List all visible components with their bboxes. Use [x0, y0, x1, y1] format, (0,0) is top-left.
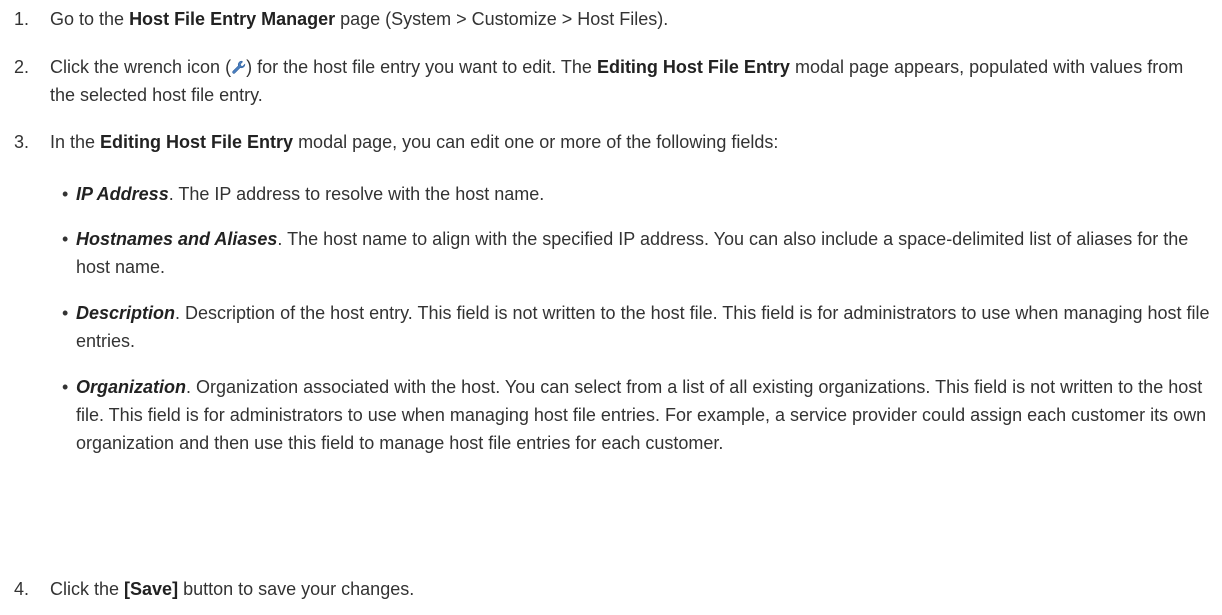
step-2: 2. Click the wrench icon () for the host… — [14, 53, 1204, 109]
step-number: 4. — [14, 579, 30, 599]
list-item: Hostnames and Aliases. The host name to … — [62, 225, 1212, 281]
step-text: Click the wrench icon () for the host fi… — [50, 55, 1184, 105]
field-term: Description — [76, 303, 176, 323]
step-number: 2. — [14, 57, 30, 77]
save-button-label: [Save] — [124, 579, 179, 599]
wrench-icon — [231, 55, 246, 74]
field-term: Organization — [76, 377, 187, 397]
step-3: 3. In the Editing Host File Entry modal … — [14, 128, 1204, 156]
field-description: . Organization associated with the host.… — [76, 377, 1207, 453]
step-4: 4. Click the [Save] button to save your … — [14, 575, 1204, 603]
field-description: . Description of the host entry. This fi… — [76, 303, 1210, 351]
page-name: Host File Entry Manager — [129, 9, 336, 29]
field-item-hostnames: Hostnames and Aliases. The host name to … — [62, 225, 1212, 281]
step-number: 3. — [14, 132, 30, 152]
field-item-ip-address: IP Address. The IP address to resolve wi… — [62, 180, 1212, 208]
field-description: . The IP address to resolve with the hos… — [168, 184, 545, 204]
list-item: Organization. Organization associated wi… — [62, 373, 1212, 457]
field-term: IP Address — [76, 184, 169, 204]
list-item: IP Address. The IP address to resolve wi… — [62, 180, 1212, 208]
document: 1. Go to the Host File Entry Manager pag… — [0, 0, 1222, 615]
step-text: Click the [Save] button to save your cha… — [50, 579, 415, 599]
step-text: In the Editing Host File Entry modal pag… — [50, 132, 779, 152]
modal-name: Editing Host File Entry — [100, 132, 294, 152]
modal-name: Editing Host File Entry — [596, 57, 790, 77]
field-term: Hostnames and Aliases — [76, 229, 278, 249]
step-number: 1. — [14, 9, 30, 29]
step-text: Go to the Host File Entry Manager page (… — [50, 9, 669, 29]
step-1: 1. Go to the Host File Entry Manager pag… — [14, 5, 1204, 33]
field-item-description: Description. Description of the host ent… — [62, 299, 1212, 355]
field-item-organization: Organization. Organization associated wi… — [62, 373, 1212, 457]
list-item: Description. Description of the host ent… — [62, 299, 1212, 355]
